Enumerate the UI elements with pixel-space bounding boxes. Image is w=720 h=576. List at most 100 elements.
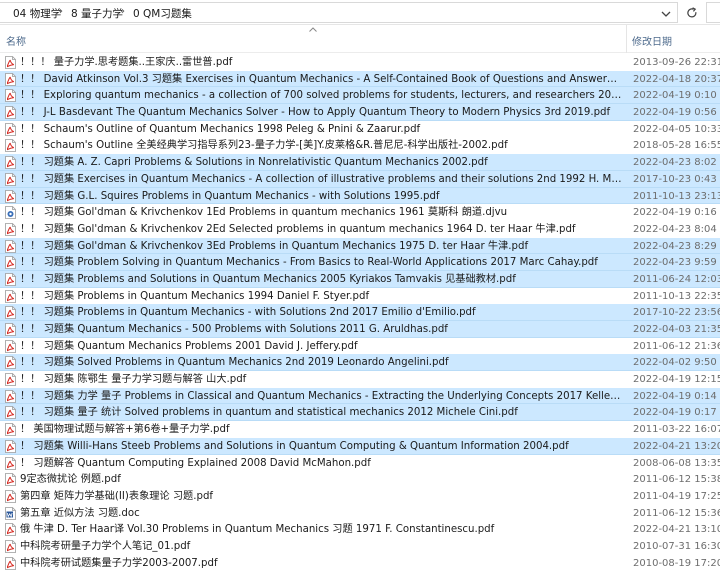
file-name[interactable]: ！！ 习题集 A. Z. Capri Problems & Solutions … — [20, 156, 622, 169]
file-modified-date: 2008-06-08 13:35 — [633, 457, 720, 469]
file-row[interactable]: ！！ 习题集 Problems in Quantum Mechanics - w… — [0, 304, 720, 321]
file-name[interactable]: ！！ 习题集 Exercises in Quantum Mechanics - … — [20, 173, 622, 186]
file-row[interactable]: ！！ 习题集 Gol'dman & Krivchenkov 2Ed Select… — [0, 221, 720, 238]
file-name[interactable]: 第五章 近似方法 习题.doc — [20, 507, 622, 520]
file-row[interactable]: 9定态微扰论 例题.pdf 2011-06-12 15:38 — [0, 471, 720, 488]
file-modified-date: 2011-03-22 16:07 — [633, 424, 720, 436]
file-row[interactable]: ！！ 习题集 Quantum Mechanics - 500 Problems … — [0, 321, 720, 338]
file-name[interactable]: ！！ 习题集 Problems and Solutions in Quantum… — [20, 273, 622, 286]
breadcrumb-item-qm-exercises[interactable]: 0 QM习题集 — [133, 6, 192, 21]
file-row[interactable]: 俄 牛津 D. Ter Haar译 Vol.30 Problems in Qua… — [0, 521, 720, 538]
file-row[interactable]: ！ 美国物理试题与解答+第6卷+量子力学.pdf 2011-03-22 16:07 — [0, 421, 720, 438]
file-row[interactable]: ！ 习题解答 Quantum Computing Explained 2008 … — [0, 455, 720, 472]
file-row[interactable]: ！！ 习题集 Gol'dman & Krivchenkov 1Ed Proble… — [0, 204, 720, 221]
file-row[interactable]: ！！ 习题集 量子 统计 Solved problems in quantum … — [0, 404, 720, 422]
file-name[interactable]: 俄 牛津 D. Ter Haar译 Vol.30 Problems in Qua… — [20, 523, 622, 536]
pdf-file-icon — [5, 356, 16, 370]
pdf-file-icon — [5, 106, 16, 119]
file-name[interactable]: ！！ 习题集 Gol'dman & Krivchenkov 2Ed Select… — [20, 223, 622, 236]
file-name[interactable]: ！！ Schaum's Outline 全美经典学习指导系列23-量子力学-[美… — [20, 139, 622, 152]
file-name[interactable]: ！！ 习题集 Gol'dman & Krivchenkov 3Ed Proble… — [20, 240, 622, 253]
file-modified-date: 2022-04-23 8:02 — [633, 157, 717, 169]
pdf-file-icon — [5, 523, 16, 537]
address-box[interactable]: 04 物理学 › 8 量子力学 › 0 QM习题集 — [0, 2, 678, 23]
file-modified-date: 2022-04-19 0:17 — [633, 407, 717, 419]
file-name[interactable]: ！！ 习题集 陈鄂生 量子力学习题与解答 山大.pdf — [20, 373, 622, 386]
file-row[interactable]: ！！ Schaum's Outline of Quantum Mechanics… — [0, 121, 720, 138]
file-name[interactable]: ！！ 习题集 Gol'dman & Krivchenkov 1Ed Proble… — [20, 206, 622, 219]
file-row[interactable]: ！！ J-L Basdevant The Quantum Mechanics S… — [0, 104, 720, 121]
file-name[interactable]: ！！ Exploring quantum mechanics - a colle… — [20, 89, 622, 102]
breadcrumb-separator[interactable]: › — [121, 6, 125, 17]
file-row[interactable]: ！！ 习题集 Problem Solving in Quantum Mechan… — [0, 254, 720, 271]
file-name[interactable]: ！ 习题集 Willi-Hans Steeb Problems and Solu… — [20, 440, 622, 453]
file-name[interactable]: 中科院考研量子力学个人笔记_01.pdf — [20, 540, 622, 553]
file-modified-date: 2017-10-22 23:56 — [633, 307, 720, 319]
pdf-file-icon — [5, 222, 16, 236]
pdf-file-icon — [5, 189, 16, 203]
file-name[interactable]: 中科院考研试题集量子力学2003-2007.pdf — [20, 557, 622, 570]
file-row[interactable]: 中科院考研试题集量子力学2003-2007.pdf 2010-08-19 17:2… — [0, 555, 720, 572]
file-modified-date: 2022-04-05 10:33 — [633, 123, 720, 135]
file-row[interactable]: ！！ 习题集 Quantum Mechanics Problems 2001 D… — [0, 338, 720, 355]
file-name[interactable]: ！！ 习题集 Problems in Quantum Mechanics 199… — [20, 290, 622, 303]
file-name[interactable]: ！ 习题解答 Quantum Computing Explained 2008 … — [20, 457, 622, 470]
file-row[interactable]: ！！ 习题集 A. Z. Capri Problems & Solutions … — [0, 154, 720, 171]
file-modified-date: 2022-04-02 9:50 — [633, 357, 717, 369]
column-date-header[interactable]: 修改日期 — [632, 33, 672, 48]
file-name[interactable]: ！！ 习题集 Quantum Mechanics - 500 Problems … — [20, 323, 622, 336]
pdf-file-icon — [5, 256, 16, 270]
file-name[interactable]: ！！ Schaum's Outline of Quantum Mechanics… — [20, 123, 622, 136]
file-name[interactable]: ！！ 习题集 Problem Solving in Quantum Mechan… — [20, 256, 622, 269]
file-name[interactable]: ！！ 习题集 Problems in Quantum Mechanics - w… — [20, 306, 622, 319]
file-name[interactable]: ！ 美国物理试题与解答+第6卷+量子力学.pdf — [20, 423, 622, 436]
file-name[interactable]: ！！！ 量子力学.思考题集..王家庆..雷世普.pdf — [20, 56, 622, 69]
file-row[interactable]: ！！ 习题集 Solved Problems in Quantum Mechan… — [0, 354, 720, 372]
file-name[interactable]: ！！ 习题集 Quantum Mechanics Problems 2001 D… — [20, 340, 622, 353]
chevron-down-icon[interactable] — [660, 8, 672, 20]
file-row[interactable]: 第四章 矩阵力学基础(II)表象理论 习题.pdf 2011-04-19 17:2… — [0, 488, 720, 505]
file-modified-date: 2010-08-19 17:20 — [633, 557, 720, 569]
file-name[interactable]: 9定态微扰论 例题.pdf — [20, 473, 622, 486]
file-name[interactable]: ！！ 习题集 力学 量子 Problems in Classical and Q… — [20, 390, 622, 403]
file-row[interactable]: 中科院考研量子力学个人笔记_01.pdf 2010-07-31 16:30 — [0, 538, 720, 555]
refresh-button[interactable] — [682, 2, 702, 23]
file-row[interactable]: ！！ Exploring quantum mechanics - a colle… — [0, 87, 720, 105]
file-row[interactable]: ！！ 习题集 G.L. Squires Problems in Quantum … — [0, 187, 720, 205]
pdf-file-icon — [5, 273, 16, 286]
file-row[interactable]: ！！ 习题集 Problems and Solutions in Quantum… — [0, 270, 720, 288]
file-name[interactable]: ！！ 习题集 量子 统计 Solved problems in quantum … — [20, 406, 622, 419]
column-divider[interactable] — [626, 25, 627, 53]
search-box[interactable] — [706, 2, 720, 23]
file-row[interactable]: ！！ 习题集 Exercises in Quantum Mechanics - … — [0, 170, 720, 188]
breadcrumb-item-quantum[interactable]: 8 量子力学 — [71, 6, 123, 21]
file-modified-date: 2022-04-19 0:14 — [633, 390, 717, 402]
column-name-header[interactable]: 名称 — [6, 33, 26, 48]
file-row[interactable]: 第五章 近似方法 习题.doc 2011-06-12 15:36 — [0, 505, 720, 522]
file-name[interactable]: ！！ 习题集 Solved Problems in Quantum Mechan… — [20, 356, 622, 369]
djvu-file-icon — [5, 206, 16, 220]
file-row[interactable]: ！！ Schaum's Outline 全美经典学习指导系列23-量子力学-[美… — [0, 137, 720, 154]
file-row[interactable]: ！！ 习题集 Problems in Quantum Mechanics 199… — [0, 288, 720, 305]
pdf-file-icon — [5, 89, 16, 103]
file-name[interactable]: 第四章 矩阵力学基础(II)表象理论 习题.pdf — [20, 490, 622, 503]
file-row[interactable]: ！！ David Atkinson Vol.3 习题集 Exercises in… — [0, 70, 720, 88]
file-row[interactable]: ！！ 习题集 力学 量子 Problems in Classical and Q… — [0, 387, 720, 405]
file-name[interactable]: ！！ J-L Basdevant The Quantum Mechanics S… — [20, 106, 622, 119]
file-row[interactable]: ！！！ 量子力学.思考题集..王家庆..雷世普.pdf 2013-09-26 22… — [0, 54, 720, 71]
file-name[interactable]: ！！ 习题集 G.L. Squires Problems in Quantum … — [20, 190, 622, 203]
pdf-file-icon — [5, 306, 16, 320]
file-name[interactable]: ！！ David Atkinson Vol.3 习题集 Exercises in… — [20, 73, 622, 86]
file-modified-date: 2022-04-23 9:59 — [633, 257, 717, 269]
file-modified-date: 2022-04-19 12:15 — [633, 374, 720, 386]
breadcrumb-separator[interactable]: › — [59, 6, 63, 17]
sort-up-icon — [309, 27, 317, 32]
file-modified-date: 2011-10-13 23:13 — [633, 190, 720, 202]
file-row[interactable]: ！！ 习题集 陈鄂生 量子力学习题与解答 山大.pdf 2022-04-19 12… — [0, 371, 720, 388]
pdf-file-icon — [5, 540, 16, 553]
file-row[interactable]: ！ 习题集 Willi-Hans Steeb Problems and Solu… — [0, 437, 720, 455]
breadcrumb-item-physics[interactable]: 04 物理学 — [13, 6, 61, 21]
file-row[interactable]: ！！ 习题集 Gol'dman & Krivchenkov 3Ed Proble… — [0, 237, 720, 255]
pdf-file-icon — [5, 156, 16, 170]
pdf-file-icon — [5, 423, 16, 437]
